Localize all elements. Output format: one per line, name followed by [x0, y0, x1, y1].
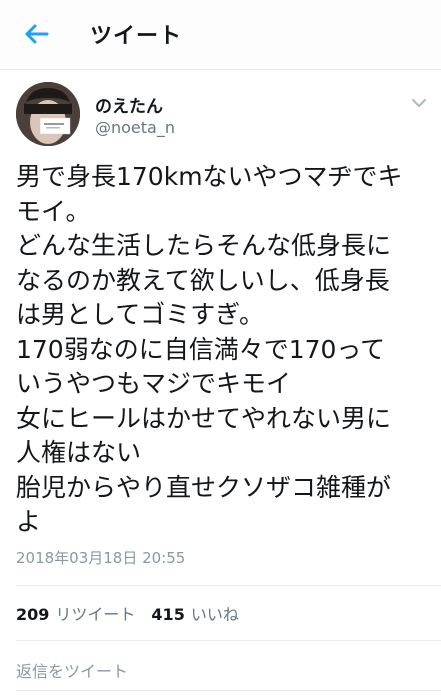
retweet-label[interactable]: リツイート [55, 601, 135, 625]
divider [16, 690, 441, 691]
display-name[interactable]: のえたん [95, 92, 163, 117]
tweet-line: 男で身長170kmないやつマヂでキ [16, 162, 403, 191]
user-avatar-icon [16, 82, 80, 146]
top-bar: ツイート [0, 0, 441, 70]
tweet-text: 男で身長170kmないやつマヂでキ モイ。 どんな生活したらそんな低身長に なる… [16, 160, 436, 540]
avatar[interactable] [16, 82, 80, 146]
arrow-left-icon [25, 24, 49, 44]
reply-input[interactable]: 返信をツイート [16, 658, 128, 682]
divider [16, 640, 441, 641]
tweet-line: は男としてゴミすぎ。 [16, 300, 265, 329]
tweet-line: いうやつもマジでキモイ [16, 369, 292, 398]
tweet-stats: 209 リツイート 415 いいね [16, 601, 255, 625]
tweet-line: 胎児からやり直せクソザコ雑種が [16, 472, 392, 502]
user-handle[interactable]: @noeta_n [95, 118, 175, 137]
retweet-count[interactable]: 209 [16, 605, 49, 624]
tweet-line: 人権はない [16, 438, 142, 467]
tweet-timestamp: 2018年03月18日 20:55 [16, 549, 186, 567]
tweet-line: なるのか教えて欲しいし、低身長 [16, 265, 390, 295]
tweet-line: どんな生活したらそんな低身長に [16, 231, 392, 260]
tweet-line: よ [16, 507, 42, 536]
tweet-line: 女にヒールはかせてやれない男に [16, 403, 392, 433]
page-title: ツイート [90, 24, 183, 49]
tweet-line: モイ。 [16, 196, 91, 226]
chevron-down-icon [412, 99, 426, 107]
tweet-line: 170弱なのに自信満々で170って [16, 334, 386, 364]
back-button[interactable] [20, 20, 52, 48]
tweet-menu-button[interactable] [410, 94, 428, 107]
divider [16, 585, 441, 586]
like-label[interactable]: いいね [191, 601, 239, 625]
like-count[interactable]: 415 [151, 605, 184, 624]
